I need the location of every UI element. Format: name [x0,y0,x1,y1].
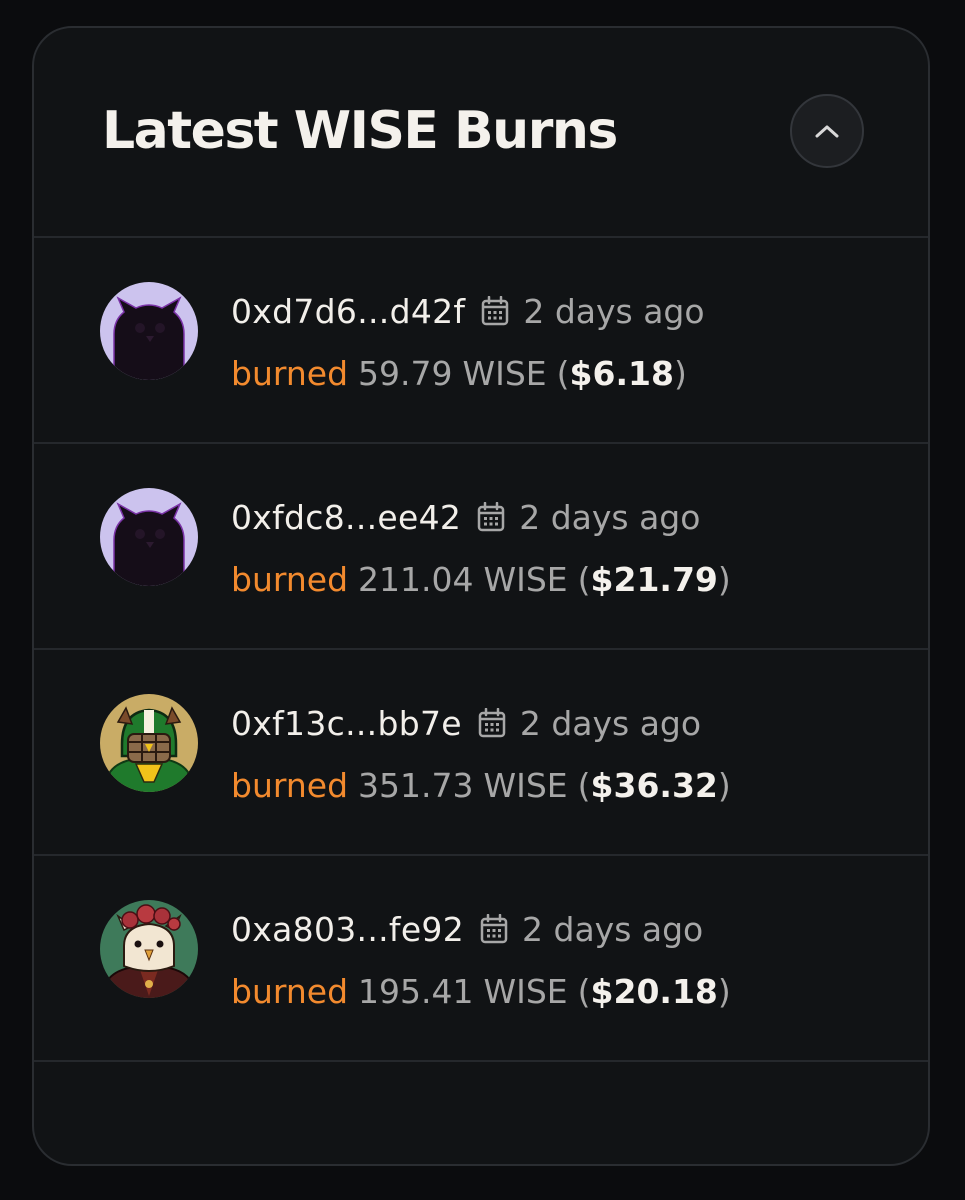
burn-row[interactable]: 0xf13c...bb7e 2 days ago burned 351.73 W… [34,650,928,856]
burn-action: burned [231,971,349,1011]
usd-value: $36.32 [590,765,718,805]
calendar-icon [480,914,508,944]
address-line: 0xf13c...bb7e 2 days ago [231,698,701,748]
token-symbol: WISE [462,353,547,393]
avatar[interactable] [100,488,198,586]
calendar-icon [478,708,506,738]
burn-amount: 211.04 [358,559,474,599]
burn-details: burned 211.04 WISE ($21.79) [231,559,731,599]
address-line: 0xfdc8...ee42 2 days ago [231,492,700,542]
panel-title: Latest WISE Burns [102,101,618,161]
address-line: 0xa803...fe92 2 days ago [231,904,703,954]
address-line: 0xd7d6...d42f 2 days ago [231,286,705,336]
burn-action: burned [231,353,349,393]
timestamp: 2 days ago [523,291,705,331]
collapse-button[interactable] [790,94,864,168]
timestamp: 2 days ago [522,909,704,949]
burn-row[interactable]: 0xd7d6...d42f 2 days ago burned 59.79 WI… [34,238,928,444]
burn-amount: 351.73 [358,765,474,805]
usd-value: $6.18 [569,353,674,393]
burn-row[interactable]: 0xa803...fe92 2 days ago burned 195.41 W… [34,856,928,1062]
panel-header: Latest WISE Burns [34,28,928,238]
token-symbol: WISE [483,971,568,1011]
token-symbol: WISE [483,765,568,805]
token-symbol: WISE [483,559,568,599]
burns-panel: Latest WISE Burns 0xd7d6...d42f 2 days a… [32,26,930,1166]
burn-details: burned 59.79 WISE ($6.18) [231,353,687,393]
timestamp: 2 days ago [519,703,702,743]
wallet-address[interactable]: 0xfdc8...ee42 [231,498,461,537]
burn-amount: 59.79 [358,353,453,393]
burn-action: burned [231,765,349,805]
avatar[interactable] [100,694,198,792]
calendar-icon [481,296,509,326]
timestamp: 2 days ago [519,497,701,537]
chevron-up-icon [815,125,839,138]
avatar[interactable] [100,282,198,380]
wallet-address[interactable]: 0xf13c...bb7e [231,704,462,743]
wallet-address[interactable]: 0xd7d6...d42f [231,292,465,331]
burn-amount: 195.41 [358,971,474,1011]
burn-row[interactable]: 0xfdc8...ee42 2 days ago burned 211.04 W… [34,444,928,650]
burn-action: burned [231,559,349,599]
burn-details: burned 195.41 WISE ($20.18) [231,971,731,1011]
burn-details: burned 351.73 WISE ($36.32) [231,765,731,805]
usd-value: $20.18 [590,971,718,1011]
usd-value: $21.79 [590,559,718,599]
calendar-icon [477,502,505,532]
wallet-address[interactable]: 0xa803...fe92 [231,910,464,949]
avatar[interactable] [100,900,198,998]
